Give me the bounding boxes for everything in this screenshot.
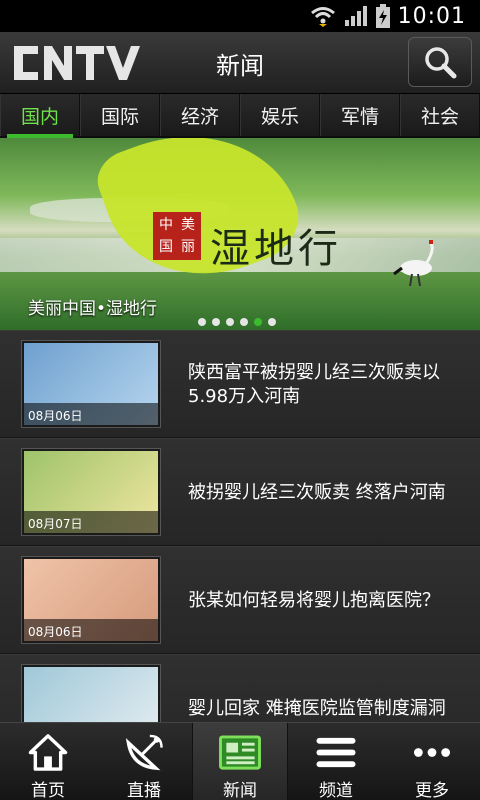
- tab-military[interactable]: 军情: [320, 94, 400, 136]
- carousel-dot-active[interactable]: [254, 318, 262, 326]
- category-tabs: 国内 国际 经济 娱乐 军情 社会: [0, 94, 480, 138]
- nav-channels[interactable]: 频道: [288, 723, 384, 800]
- wifi-icon: [310, 5, 336, 27]
- news-thumbnail: 08月06日: [22, 341, 160, 427]
- search-button[interactable]: [408, 37, 472, 87]
- news-thumbnail: 08月06日: [22, 557, 160, 643]
- news-item[interactable]: 08月06日 陕西富平被拐婴儿经三次贩卖以5.98万入河南: [0, 330, 480, 438]
- more-icon: [413, 748, 451, 757]
- nav-more[interactable]: 更多: [384, 723, 480, 800]
- news-date: 08月07日: [24, 511, 158, 533]
- clock: 10:01: [397, 3, 466, 29]
- home-icon: [28, 734, 68, 771]
- news-item[interactable]: 婴儿回家 难掩医院监管制度漏洞: [0, 654, 480, 722]
- bottom-navigation: 首页 直播 新闻 频道 更多: [0, 722, 480, 800]
- tab-society[interactable]: 社会: [400, 94, 480, 136]
- search-icon: [425, 47, 457, 79]
- crane-image: [393, 240, 434, 287]
- carousel-dot[interactable]: [226, 318, 234, 326]
- status-bar: 10:01: [0, 0, 480, 32]
- nav-news[interactable]: 新闻: [192, 723, 288, 800]
- carousel-dot[interactable]: [240, 318, 248, 326]
- news-title: 婴儿回家 难掩医院监管制度漏洞: [188, 698, 446, 719]
- news-thumbnail: 08月07日: [22, 449, 160, 535]
- news-item[interactable]: 08月06日 张某如何轻易将婴儿抱离医院？: [0, 546, 480, 654]
- news-date: 08月06日: [24, 403, 158, 425]
- news-list: 08月06日 陕西富平被拐婴儿经三次贩卖以5.98万入河南 08月07日 被拐婴…: [0, 330, 480, 722]
- news-thumbnail: [22, 665, 160, 722]
- carousel-dot[interactable]: [198, 318, 206, 326]
- banner-calligraphy: 湿地行: [210, 226, 342, 272]
- nav-live[interactable]: 直播: [96, 723, 192, 800]
- banner-caption: 美丽中国•湿地行: [28, 299, 158, 319]
- news-date: 08月06日: [24, 619, 158, 641]
- banner-seal: 中美 国丽: [153, 212, 201, 260]
- carousel-indicator: [198, 318, 276, 326]
- featured-banner[interactable]: 中美 国丽 湿地行 美丽中国•湿地行: [0, 138, 480, 330]
- tab-entertainment[interactable]: 娱乐: [240, 94, 320, 136]
- tab-domestic[interactable]: 国内: [0, 94, 80, 138]
- news-item[interactable]: 08月07日 被拐婴儿经三次贩卖 终落户河南: [0, 438, 480, 546]
- satellite-icon: [125, 734, 163, 771]
- carousel-dot[interactable]: [268, 318, 276, 326]
- tab-international[interactable]: 国际: [80, 94, 160, 136]
- carousel-dot[interactable]: [212, 318, 220, 326]
- app-header: 新闻: [0, 32, 480, 94]
- news-title: 张某如何轻易将婴儿抱离医院？: [188, 590, 440, 611]
- news-title: 陕西富平被拐婴儿经三次贩卖以5.98万入河南: [188, 362, 440, 407]
- news-icon: [219, 735, 261, 770]
- menu-icon: [316, 737, 356, 768]
- signal-icon: [344, 5, 368, 27]
- nav-home[interactable]: 首页: [0, 723, 96, 800]
- battery-charging-icon: [375, 4, 390, 28]
- tab-economy[interactable]: 经济: [160, 94, 240, 136]
- news-title: 被拐婴儿经三次贩卖 终落户河南: [188, 482, 446, 503]
